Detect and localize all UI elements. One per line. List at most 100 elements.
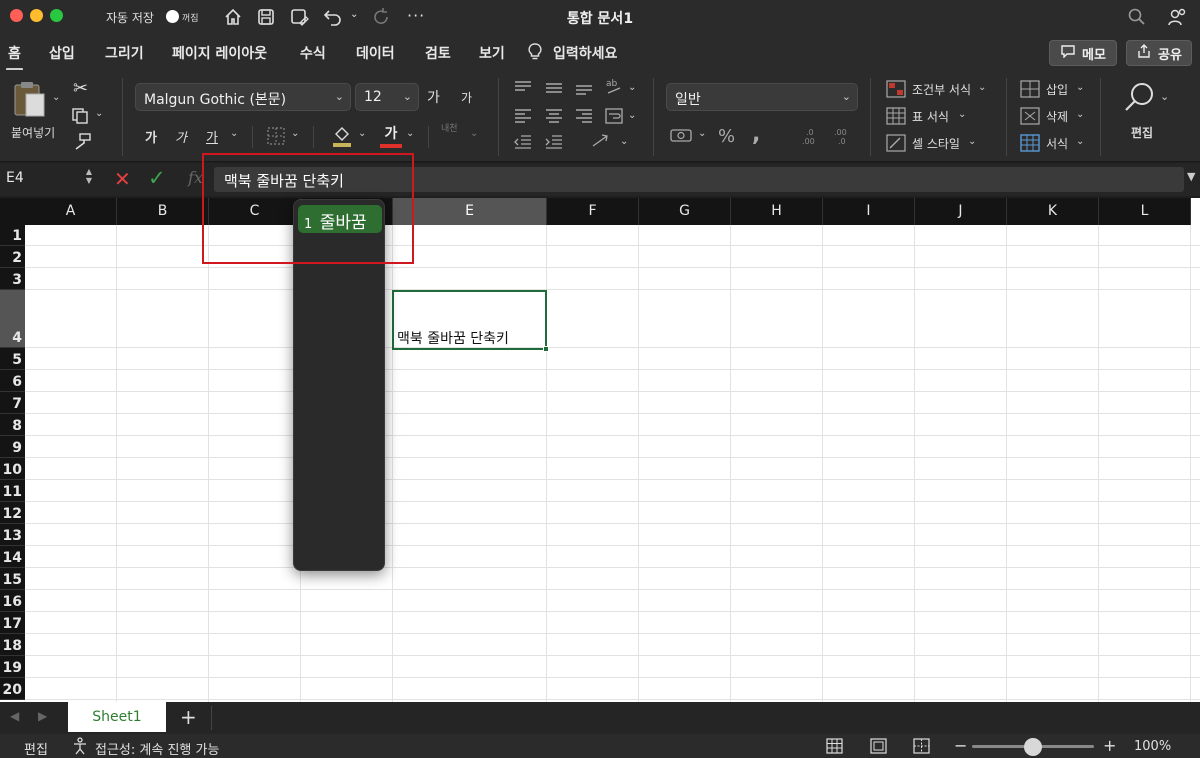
row-header-13[interactable]: 13 — [0, 524, 25, 546]
decrease-decimal-icon[interactable]: .00.0 — [832, 126, 854, 146]
accessibility-icon[interactable] — [71, 737, 89, 755]
insert-cells-label[interactable]: 삽입 — [1046, 81, 1068, 98]
orientation-dropdown-chevron-icon[interactable]: ⌄ — [628, 82, 636, 93]
row-header-9[interactable]: 9 — [0, 436, 25, 458]
zoom-slider-thumb[interactable] — [1024, 738, 1042, 756]
increase-decimal-icon[interactable]: .0.00 — [800, 126, 822, 146]
tab-draw[interactable]: 그리기 — [105, 43, 144, 63]
insert-cells-icon[interactable] — [1020, 80, 1040, 98]
prev-sheet-icon[interactable]: ◀ — [10, 709, 19, 723]
column-header-k[interactable]: K — [1007, 198, 1099, 225]
shrink-font-button[interactable]: 가 — [461, 89, 472, 106]
cell-styles-icon[interactable] — [886, 134, 906, 152]
sheet-tab[interactable]: Sheet1 — [68, 702, 166, 732]
row-header-14[interactable]: 14 — [0, 546, 25, 568]
editing-label[interactable]: 편집 — [1131, 124, 1153, 141]
format-cells-chevron-icon[interactable]: ⌄ — [1076, 136, 1084, 147]
cell-styles-chevron-icon[interactable]: ⌄ — [968, 136, 976, 147]
search-icon[interactable] — [1127, 7, 1147, 27]
accounting-dropdown-chevron-icon[interactable]: ⌄ — [698, 128, 706, 139]
format-as-table-chevron-icon[interactable]: ⌄ — [958, 109, 966, 120]
paste-dropdown-chevron-icon[interactable]: ⌄ — [52, 92, 60, 103]
zoom-in-button[interactable]: + — [1103, 736, 1116, 755]
paste-icon[interactable] — [12, 80, 48, 120]
merge-dropdown-chevron-icon[interactable]: ⌄ — [620, 136, 628, 147]
row-header-7[interactable]: 7 — [0, 392, 25, 414]
bold-button[interactable]: 가 — [145, 127, 157, 146]
format-painter-icon[interactable] — [72, 133, 92, 151]
accounting-format-icon[interactable] — [670, 127, 692, 143]
italic-button[interactable]: 가 — [175, 127, 187, 146]
column-header-i[interactable]: I — [823, 198, 915, 225]
column-header-g[interactable]: G — [639, 198, 731, 225]
wrap-dropdown-chevron-icon[interactable]: ⌄ — [628, 110, 636, 121]
add-sheet-icon[interactable]: + — [180, 705, 197, 729]
row-header-12[interactable]: 12 — [0, 502, 25, 524]
grow-font-button[interactable]: 가 — [427, 87, 440, 107]
lightbulb-icon[interactable] — [527, 42, 543, 62]
align-middle-icon[interactable] — [544, 80, 564, 96]
percent-style-button[interactable]: % — [718, 126, 735, 147]
conditional-format-label[interactable]: 조건부 서식 — [912, 81, 971, 98]
fill-handle[interactable] — [543, 346, 549, 352]
copy-icon[interactable] — [71, 107, 89, 125]
expand-formula-bar-icon[interactable]: ▼ — [1187, 170, 1195, 183]
format-as-table-label[interactable]: 표 서식 — [912, 108, 949, 125]
column-header-e[interactable]: E — [393, 198, 547, 225]
row-header-16[interactable]: 16 — [0, 590, 25, 612]
row-header-15[interactable]: 15 — [0, 568, 25, 590]
cancel-entry-icon[interactable]: ✕ — [114, 167, 131, 191]
column-header-f[interactable]: F — [547, 198, 639, 225]
tab-home[interactable]: 홈 — [6, 43, 23, 71]
underline-button[interactable]: 가 — [206, 127, 218, 146]
comma-style-button[interactable]: , — [752, 122, 760, 147]
align-right-icon[interactable] — [574, 108, 594, 124]
tab-view[interactable]: 보기 — [479, 43, 505, 63]
text-orientation-icon[interactable]: ab — [604, 76, 624, 96]
page-layout-view-icon[interactable] — [870, 738, 887, 754]
tab-insert[interactable]: 삽입 — [49, 43, 75, 63]
font-name-dropdown[interactable]: Malgun Gothic (본문) ⌄ — [135, 83, 351, 111]
align-center-icon[interactable] — [544, 108, 564, 124]
row-header-4[interactable]: 4 — [0, 290, 25, 348]
confirm-entry-icon[interactable]: ✓ — [148, 166, 166, 190]
decrease-indent-icon[interactable] — [513, 134, 533, 150]
copy-dropdown-chevron-icon[interactable]: ⌄ — [95, 108, 103, 119]
comments-button[interactable]: 메모 — [1049, 40, 1117, 66]
font-size-dropdown[interactable]: 12 ⌄ — [355, 83, 419, 111]
row-header-6[interactable]: 6 — [0, 370, 25, 392]
search-magnifier-icon[interactable] — [1122, 80, 1158, 116]
conditional-format-chevron-icon[interactable]: ⌄ — [978, 82, 986, 93]
tab-review[interactable]: 검토 — [425, 43, 451, 63]
normal-view-icon[interactable] — [826, 738, 843, 754]
wrap-text-icon[interactable] — [604, 107, 624, 125]
align-left-icon[interactable] — [513, 108, 533, 124]
row-header-5[interactable]: 5 — [0, 348, 25, 370]
column-header-b[interactable]: B — [117, 198, 209, 225]
name-box-stepper-icon[interactable]: ▲ ▼ — [86, 167, 92, 185]
page-break-view-icon[interactable] — [913, 738, 930, 754]
worksheet-grid[interactable]: ABCDEFGHIJKL 123456789101112131415161718… — [0, 198, 1200, 702]
font-color-button[interactable]: 가 — [380, 123, 402, 148]
row-header-11[interactable]: 11 — [0, 480, 25, 502]
number-format-dropdown[interactable]: 일반 ⌄ — [666, 83, 858, 111]
row-header-20[interactable]: 20 — [0, 678, 25, 700]
delete-cells-chevron-icon[interactable]: ⌄ — [1076, 109, 1084, 120]
delete-cells-icon[interactable] — [1020, 107, 1040, 125]
select-all-corner[interactable] — [0, 198, 25, 225]
row-header-3[interactable]: 3 — [0, 268, 25, 290]
merge-cells-icon[interactable] — [590, 132, 612, 150]
column-header-a[interactable]: A — [25, 198, 117, 225]
cut-icon[interactable]: ✂ — [73, 78, 88, 99]
tab-data[interactable]: 데이터 — [356, 43, 395, 63]
format-as-table-icon[interactable] — [886, 107, 906, 125]
insert-cells-chevron-icon[interactable]: ⌄ — [1076, 82, 1084, 93]
row-header-2[interactable]: 2 — [0, 246, 25, 268]
row-header-17[interactable]: 17 — [0, 612, 25, 634]
row-header-1[interactable]: 1 — [0, 225, 25, 246]
cell-styles-label[interactable]: 셀 스타일 — [912, 135, 960, 152]
borders-icon[interactable] — [266, 126, 286, 146]
column-header-h[interactable]: H — [731, 198, 823, 225]
phonetic-guide-button[interactable]: 내천 — [441, 124, 465, 134]
format-cells-label[interactable]: 서식 — [1046, 135, 1068, 152]
